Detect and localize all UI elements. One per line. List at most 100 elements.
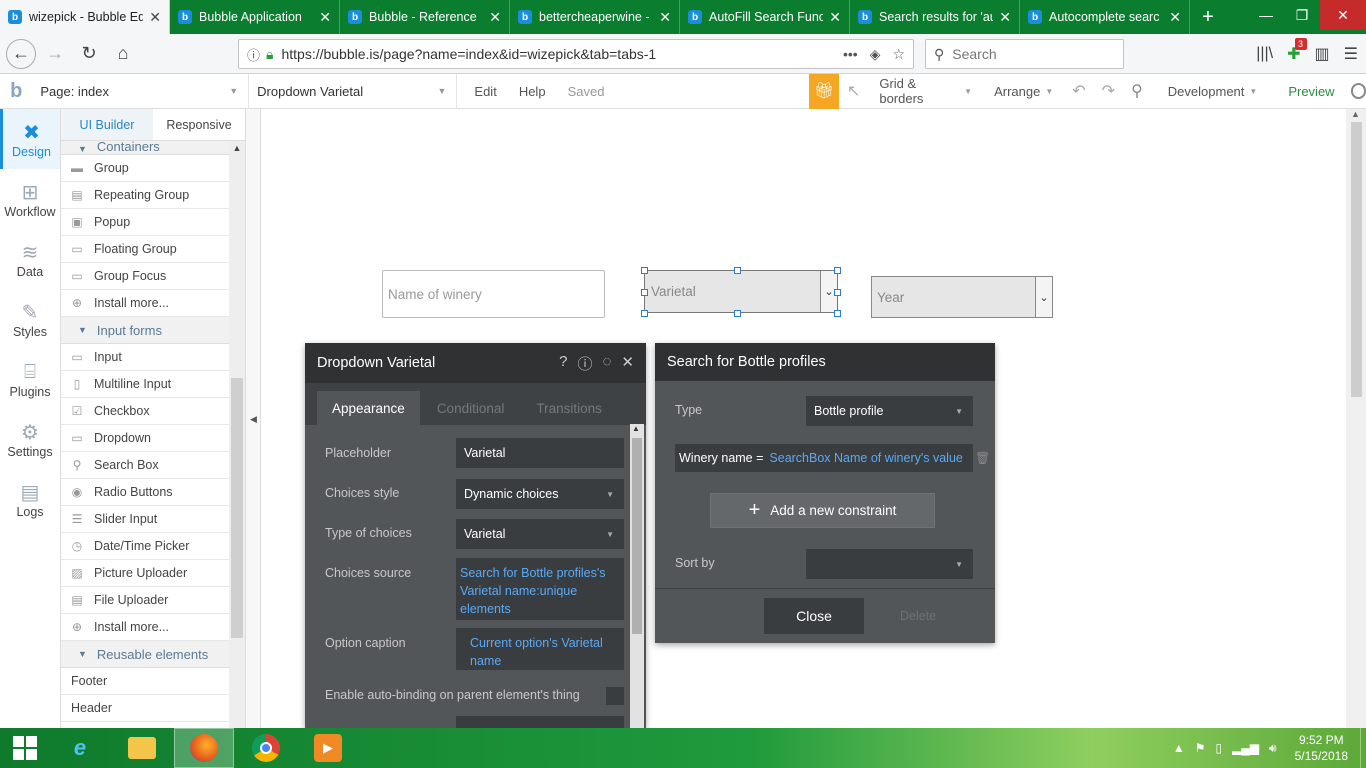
chevron-up-icon[interactable]: ▲ — [1351, 109, 1360, 119]
help-icon[interactable]: ? — [559, 353, 567, 374]
palette-item-search-box[interactable]: ⚲ Search Box — [61, 452, 230, 479]
resize-handle[interactable] — [834, 267, 841, 274]
search-icon[interactable]: ⚲ — [1123, 81, 1151, 101]
delete-button[interactable]: Delete — [900, 609, 936, 623]
placeholder-field[interactable]: Varietal — [456, 438, 624, 468]
edit-menu[interactable]: Edit — [463, 84, 507, 99]
sidebar-item-settings[interactable]: ⚙ Settings — [0, 409, 60, 469]
palette-item-checkbox[interactable]: ☑ Checkbox — [61, 398, 230, 425]
palette-item-date-time-picker[interactable]: ◷ Date/Time Picker — [61, 533, 230, 560]
palette-item-group-focus[interactable]: ▭ Group Focus — [61, 263, 230, 290]
choices-source-expression[interactable]: Search for Bottle profiles's Varietal na… — [456, 558, 624, 620]
resize-handle[interactable] — [734, 267, 741, 274]
palette-item-header[interactable]: Header — [61, 695, 230, 722]
palette-item-install-more[interactable]: ⊕ Install more... — [61, 614, 230, 641]
palette-item-group[interactable]: ▬ Group — [61, 155, 230, 182]
palette-item-footer[interactable]: Footer — [61, 668, 230, 695]
clock[interactable]: 9:52 PM 5/15/2018 — [1295, 732, 1348, 764]
show-desktop-button[interactable] — [1360, 728, 1366, 768]
close-tab-icon[interactable]: ✕ — [659, 9, 671, 26]
pointer-icon[interactable]: ↖ — [839, 81, 868, 101]
more-icon[interactable]: ••• — [843, 46, 858, 63]
palette-item-install-more[interactable]: ⊕ Install more... — [61, 290, 230, 317]
scrollbar-thumb[interactable] — [231, 378, 243, 638]
browser-tab[interactable]: b Bubble - Reference ✕ — [340, 0, 510, 34]
palette-item-popup[interactable]: ▣ Popup — [61, 209, 230, 236]
palette-item-file-uploader[interactable]: ▤ File Uploader — [61, 587, 230, 614]
bubble-logo-icon[interactable]: b — [0, 74, 32, 109]
volume-icon[interactable]: 🔊︎ — [1269, 741, 1277, 756]
environment-menu[interactable]: Development ▼ — [1157, 84, 1269, 99]
palette-item-multiline-input[interactable]: ▯ Multiline Input — [61, 371, 230, 398]
sidebar-item-workflow[interactable]: ⊞ Workflow — [0, 169, 60, 229]
trash-icon[interactable]: 🗑︎ — [975, 451, 990, 465]
browser-search-bar[interactable]: ⚲ Search — [925, 39, 1124, 69]
close-tab-icon[interactable]: ✕ — [829, 9, 841, 26]
tab-conditional[interactable]: Conditional — [422, 391, 520, 425]
palette-item-radio-buttons[interactable]: ◉ Radio Buttons — [61, 479, 230, 506]
section-input-forms[interactable]: ▼ Input forms — [61, 317, 230, 344]
chevron-up-icon[interactable]: ▲ — [1173, 741, 1185, 756]
search-type-select[interactable]: Bottle profile ▼ — [806, 396, 973, 426]
palette-item-input[interactable]: ▭ Input — [61, 344, 230, 371]
resize-handle[interactable] — [834, 289, 841, 296]
scrollbar-thumb[interactable] — [632, 438, 642, 634]
browser-tab[interactable]: b Autocomplete searc ✕ — [1020, 0, 1190, 34]
palette-item-picture-uploader[interactable]: ▨ Picture Uploader — [61, 560, 230, 587]
url-text[interactable]: https://bubble.is/page?name=index&id=wiz… — [281, 46, 842, 62]
forward-arrow-icon[interactable]: → — [40, 39, 70, 69]
section-reusable-elements[interactable]: ▼ Reusable elements — [61, 641, 230, 668]
flag-icon[interactable]: ⚑ — [1195, 741, 1206, 756]
menu-icon[interactable]: ☰ — [1344, 44, 1358, 64]
resize-handle[interactable] — [641, 289, 648, 296]
bookmark-star-icon[interactable]: ☆ — [892, 46, 905, 63]
tab-responsive[interactable]: Responsive — [153, 109, 245, 140]
chevron-up-icon[interactable]: ▲ — [632, 424, 640, 433]
sort-by-select[interactable]: ▼ — [806, 549, 973, 579]
close-tab-icon[interactable]: ✕ — [999, 9, 1011, 26]
year-dropdown[interactable]: Year ⌄ — [871, 276, 1053, 318]
browser-tab[interactable]: b wizepick - Bubble Ed ✕ — [0, 0, 170, 34]
type-of-choices-select[interactable]: Varietal ▼ — [456, 519, 624, 549]
taskbar-ie[interactable]: e — [50, 728, 110, 768]
extension-icon[interactable]: ✚ 3 — [1287, 38, 1307, 64]
taskbar-explorer[interactable] — [112, 728, 172, 768]
avatar[interactable] — [1350, 83, 1366, 99]
grid-borders-menu[interactable]: Grid & borders ▼ — [868, 76, 983, 106]
search-constraint[interactable]: Winery name = SearchBox Name of winery's… — [675, 444, 973, 472]
element-selector[interactable]: Dropdown Varietal ▼ — [249, 73, 458, 109]
back-arrow-icon[interactable]: ← — [6, 38, 36, 69]
resize-handle[interactable] — [734, 310, 741, 317]
gift-icon[interactable]: 🎁︎ — [809, 73, 839, 109]
restore-icon[interactable]: ❐ — [1284, 0, 1320, 30]
browser-tab[interactable]: b AutoFill Search Func ✕ — [680, 0, 850, 34]
tab-transitions[interactable]: Transitions — [521, 391, 617, 425]
close-icon[interactable]: ✕ — [621, 353, 634, 374]
next-field-partial[interactable] — [456, 716, 624, 728]
arrange-menu[interactable]: Arrange ▼ — [983, 84, 1064, 99]
sidebar-icon[interactable]: ▥ — [1315, 44, 1330, 64]
chevron-up-icon[interactable]: ▲ — [229, 143, 245, 153]
varietal-dropdown[interactable]: Varietal ⌄ — [644, 270, 838, 313]
resize-handle[interactable] — [641, 310, 648, 317]
canvas-scrollbar[interactable]: ▲ — [1346, 109, 1366, 728]
winery-search-input[interactable]: Name of winery — [382, 270, 605, 318]
help-menu[interactable]: Help — [508, 84, 557, 99]
choices-style-select[interactable]: Dynamic choices ▼ — [456, 479, 624, 509]
property-editor-scrollbar[interactable]: ▲ — [630, 424, 644, 728]
minimize-icon[interactable]: — — [1248, 0, 1284, 30]
browser-tab[interactable]: b Bubble Application ✕ — [170, 0, 340, 34]
close-tab-icon[interactable]: ✕ — [489, 9, 501, 26]
undo-icon[interactable]: ↶ — [1064, 81, 1093, 101]
info-icon[interactable]: ⓘ — [247, 45, 260, 64]
collapse-palette-handle[interactable]: ◀ — [246, 109, 261, 728]
pocket-icon[interactable]: ◈ — [870, 46, 881, 63]
close-window-icon[interactable]: ✕ — [1320, 0, 1366, 30]
page-selector[interactable]: Page: index ▼ — [32, 73, 250, 109]
new-tab-button[interactable]: + — [1190, 0, 1226, 34]
reload-icon[interactable]: ↻ — [74, 39, 104, 69]
palette-item-floating-group[interactable]: ▭ Floating Group — [61, 236, 230, 263]
resize-handle[interactable] — [834, 310, 841, 317]
info-icon[interactable]: ⓘ — [577, 353, 592, 374]
close-tab-icon[interactable]: ✕ — [319, 9, 331, 26]
